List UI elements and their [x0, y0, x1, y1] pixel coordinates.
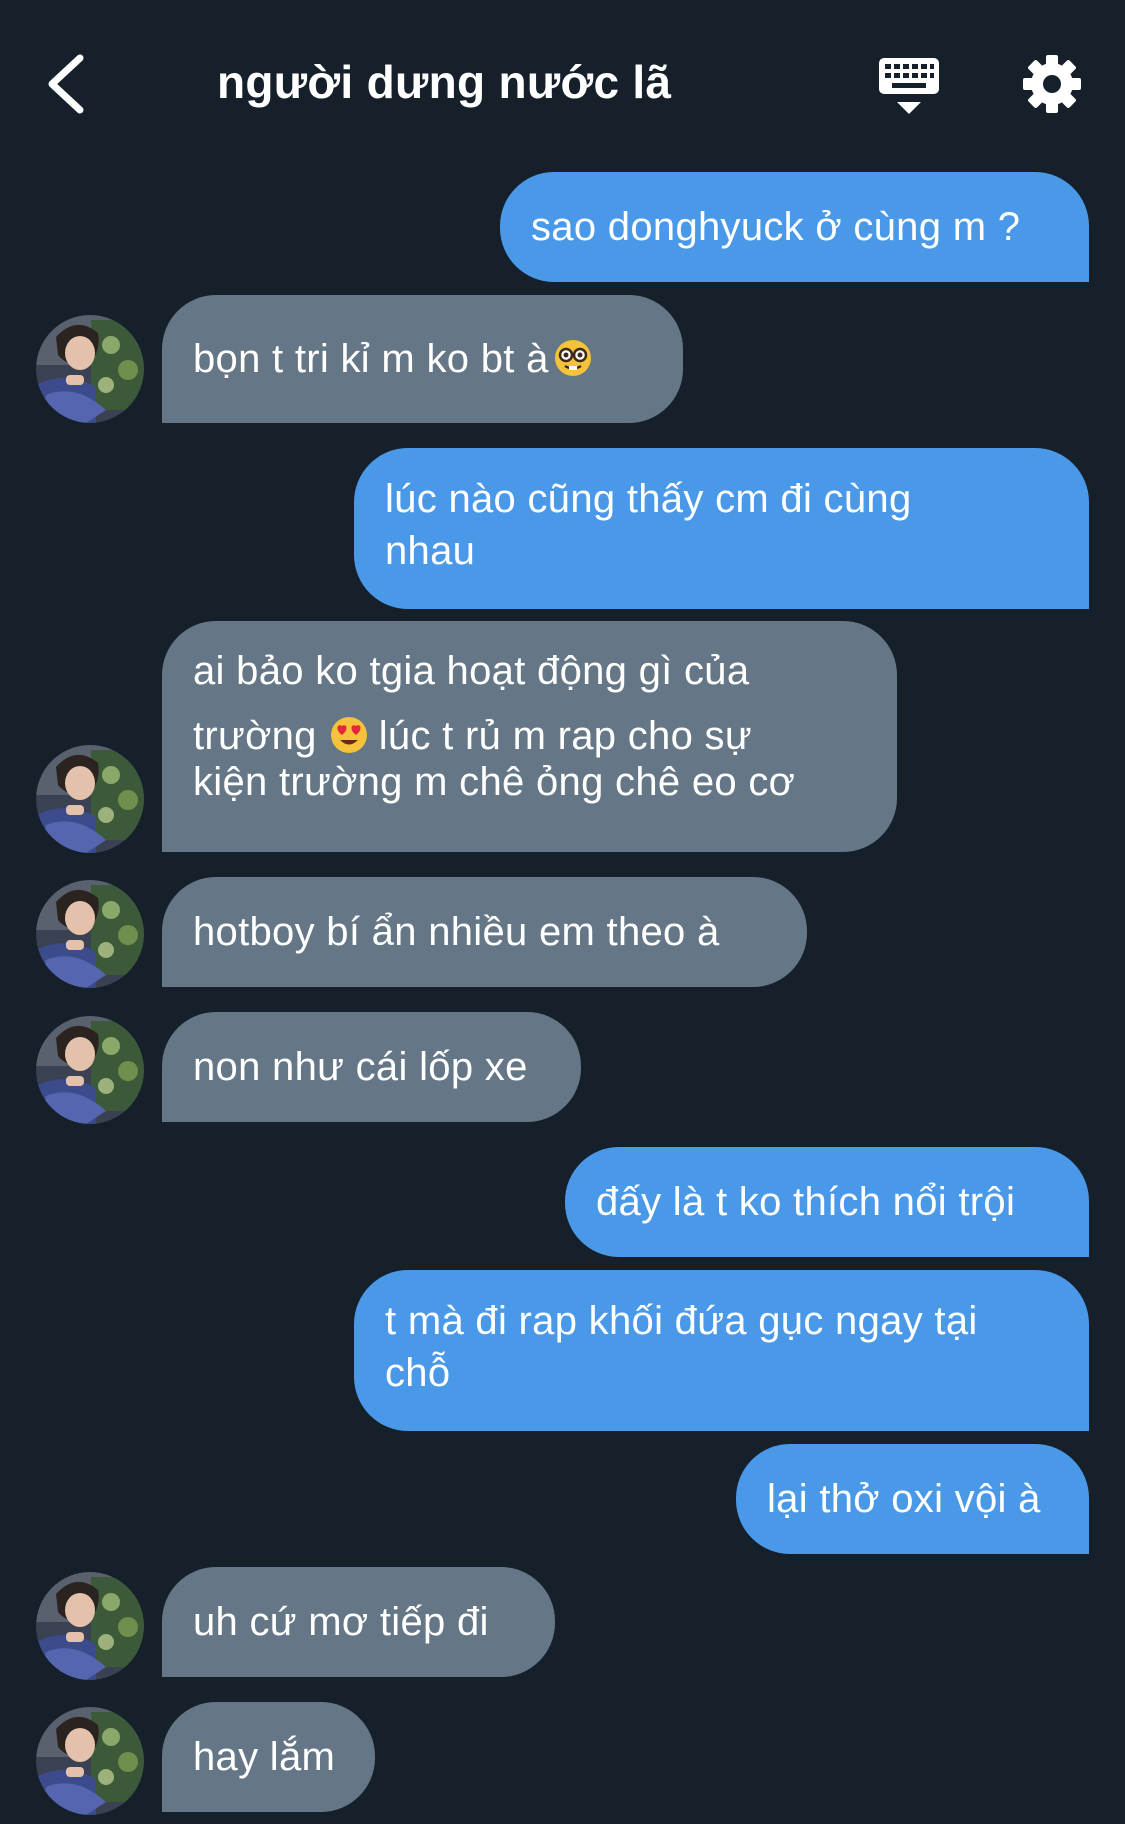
message-text: non như cái lốp xe	[193, 1045, 528, 1089]
message-text: chỗ	[385, 1351, 451, 1395]
message-text: đấy là t ko thích nổi trội	[596, 1180, 1016, 1224]
message-text: ai bảo ko tgia hoạt động gì của	[193, 649, 750, 693]
message-text: uh cứ mơ tiếp đi	[193, 1600, 489, 1644]
keyboard-button[interactable]	[876, 52, 942, 118]
received-message[interactable]: ai bảo ko tgia hoạt động gì của trường l…	[162, 621, 897, 852]
avatar[interactable]	[36, 1707, 144, 1815]
chevron-left-icon	[48, 54, 84, 114]
conversation-title: người dưng nước lã	[217, 56, 672, 108]
received-message[interactable]: hotboy bí ẩn nhiều em theo à	[162, 877, 807, 987]
gear-icon	[1023, 55, 1081, 113]
heart-eyes-emoji	[330, 717, 367, 753]
message-text: nhau	[385, 529, 476, 573]
keyboard-icon	[879, 58, 939, 114]
avatar[interactable]	[36, 880, 144, 988]
message-text: t mà đi rap khối đứa gục ngay tại	[385, 1299, 978, 1343]
message-text: trường lúc t rủ m rap cho sự	[193, 714, 752, 758]
received-message[interactable]: non như cái lốp xe	[162, 1012, 581, 1122]
avatar[interactable]	[36, 1016, 144, 1124]
avatar[interactable]	[36, 1572, 144, 1680]
sent-message[interactable]: sao donghyuck ở cùng m ?	[500, 172, 1089, 282]
avatar[interactable]	[36, 315, 144, 423]
message-text: sao donghyuck ở cùng m ?	[531, 205, 1021, 249]
received-message[interactable]: uh cứ mơ tiếp đi	[162, 1567, 555, 1677]
message-text: lúc nào cũng thấy cm đi cùng	[385, 477, 912, 521]
sent-message[interactable]: t mà đi rap khối đứa gục ngay tại chỗ	[354, 1270, 1089, 1431]
avatar[interactable]	[36, 745, 144, 853]
message-text: kiện trường m chê ỏng chê eo cơ	[193, 760, 796, 804]
received-message[interactable]: hay lắm	[162, 1702, 375, 1812]
received-message[interactable]: bọn t tri kỉ m ko bt à	[162, 295, 683, 423]
nerd-face-emoji	[554, 340, 591, 376]
sent-message[interactable]: lại thở oxi vội à	[736, 1444, 1089, 1554]
message-text: hay lắm	[193, 1735, 336, 1779]
message-text: hotboy bí ẩn nhiều em theo à	[193, 910, 720, 954]
sent-message[interactable]: đấy là t ko thích nổi trội	[565, 1147, 1089, 1257]
message-text: bọn t tri kỉ m ko bt à	[193, 333, 652, 385]
sent-message[interactable]: lúc nào cũng thấy cm đi cùng nhau	[354, 448, 1089, 609]
settings-button[interactable]	[1020, 50, 1084, 118]
chat-header: người dưng nước lã	[0, 0, 1125, 165]
back-button[interactable]	[40, 48, 92, 120]
message-text: lại thở oxi vội à	[767, 1477, 1041, 1521]
